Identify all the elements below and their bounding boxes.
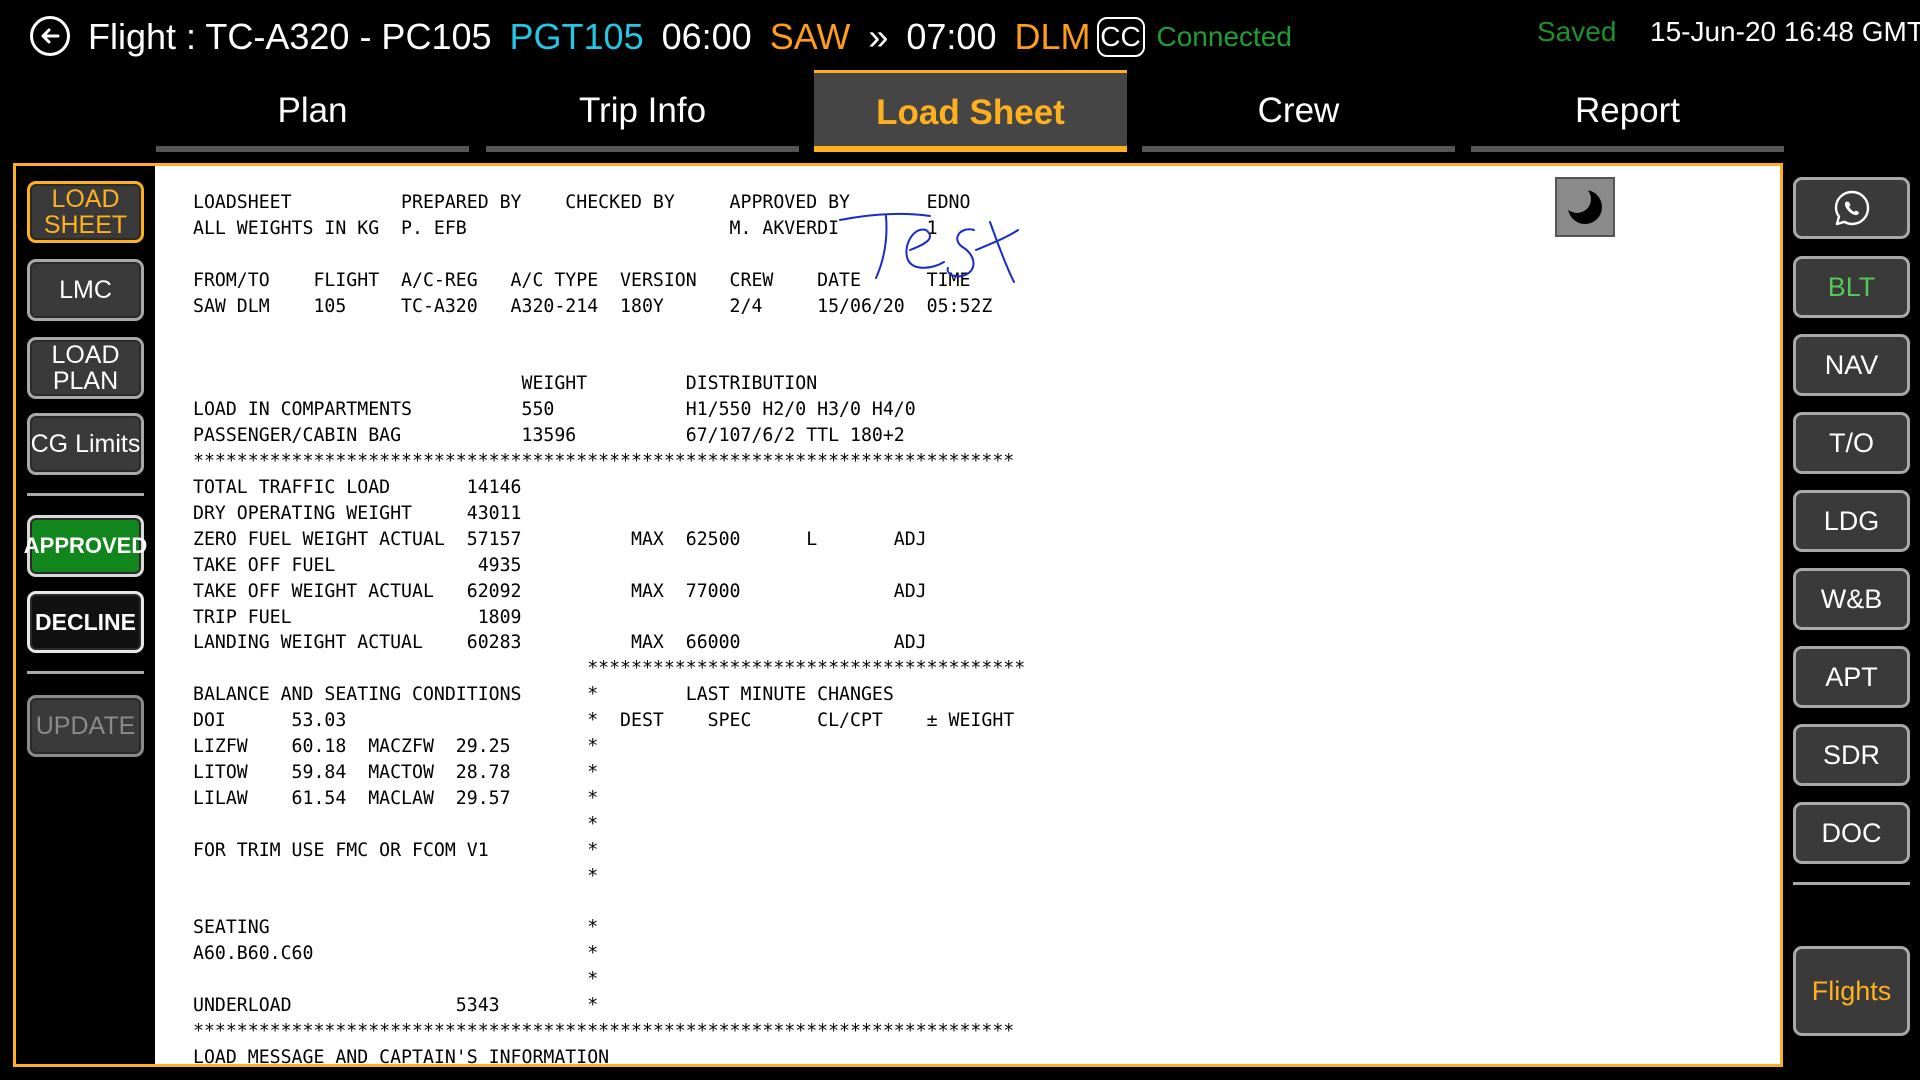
loadsheet-line [193,889,1025,915]
loadsheet-line: SEATING * [193,917,599,939]
departure-time: 06:00 [661,16,752,57]
sidebar-divider [1793,882,1910,885]
landing-button[interactable]: LDG [1793,490,1910,552]
whatsapp-button[interactable] [1793,177,1910,239]
callsign: PGT105 [509,16,644,57]
loadsheet-line: WEIGHT DISTRIBUTION [193,373,818,395]
cg-limits-button[interactable]: CG Limits [27,413,144,475]
loadsheet-line [193,345,1025,371]
loadsheet-line: **************************************** [193,658,1026,680]
loadsheet-line: FOR TRIM USE FMC OR FCOM V1 * [193,839,599,861]
loadsheet-document: LOADSHEET PREPARED BY CHECKED BY APPROVE… [155,166,1780,1064]
loadsheet-line: SAW DLM 105 TC-A320 A320-214 180Y 2/4 15… [193,295,993,317]
tab-trip-info[interactable]: Trip Info [486,70,799,152]
airport-button[interactable]: APT [1793,646,1910,708]
flight-title: Flight : TC-A320 - PC105 PGT105 06:00 SA… [88,12,1292,62]
loadsheet-line: LITOW 59.84 MACTOW 28.78 * [193,761,599,783]
loadsheet-line: LANDING WEIGHT ACTUAL 60283 MAX 66000 AD… [193,632,927,654]
decline-button[interactable]: DECLINE [27,591,144,653]
arrival-airport: DLM [1014,16,1091,57]
handwritten-signature [839,212,1019,283]
back-button[interactable] [30,16,70,56]
loadsheet-line: * [193,969,599,991]
loadsheet-line: LILAW 61.54 MACLAW 29.57 * [193,787,599,809]
loadsheet-line: DRY OPERATING WEIGHT 43011 [193,502,522,524]
nav-button[interactable]: NAV [1793,334,1910,396]
loadsheet-text: LOADSHEET PREPARED BY CHECKED BY APPROVE… [193,190,1025,1064]
moon-icon [1563,185,1602,224]
connection-status: Connected [1156,21,1292,52]
night-mode-button[interactable] [1555,177,1615,237]
loadsheet-line: TRIP FUEL 1809 [193,606,522,628]
weight-balance-button[interactable]: W&B [1793,568,1910,630]
takeoff-button[interactable]: T/O [1793,412,1910,474]
sidebar-divider [27,671,144,674]
flights-button[interactable]: Flights [1793,946,1910,1036]
route-arrow: » [868,16,889,57]
tab-label: Report [1574,91,1681,130]
loadsheet-line: LOAD IN COMPARTMENTS 550 H1/550 H2/0 H3/… [193,399,916,421]
tab-label: Crew [1257,91,1340,130]
tab-load-sheet[interactable]: Load Sheet [814,70,1127,152]
loadsheet-line: LOAD MESSAGE AND CAPTAIN'S INFORMATION [193,1046,610,1064]
loadsheet-line: PASSENGER/CABIN BAG 13596 67/107/6/2 TTL… [193,425,905,447]
whatsapp-icon [1834,190,1869,226]
sidebar-divider [27,493,144,496]
tab-label: Trip Info [578,91,707,130]
current-datetime: 15-Jun-20 16:48 GMT [1650,16,1920,47]
loadsheet-line: A60.B60.C60 * [193,943,599,965]
saved-status: Saved [1537,16,1617,47]
update-button[interactable]: UPDATE [27,695,144,757]
tab-label: Plan [277,91,348,130]
header-bar: Flight : TC-A320 - PC105 PGT105 06:00 SA… [0,0,1920,70]
loadsheet-line: LIZFW 60.18 MACZFW 29.25 * [193,736,599,758]
load-plan-button[interactable]: LOAD PLAN [27,337,144,399]
tab-label: Load Sheet [876,92,1065,132]
arrival-time: 07:00 [906,16,997,57]
tab-plan[interactable]: Plan [156,70,469,152]
lmc-button[interactable]: LMC [27,259,144,321]
loadsheet-line: ZERO FUEL WEIGHT ACTUAL 57157 MAX 62500 … [193,528,927,550]
doc-button[interactable]: DOC [1793,802,1910,864]
loadsheet-line: TAKE OFF WEIGHT ACTUAL 62092 MAX 77000 A… [193,580,927,602]
cc-badge[interactable]: CC [1096,17,1145,57]
loadsheet-line: TAKE OFF FUEL 4935 [193,554,522,576]
loadsheet-line: BALANCE AND SEATING CONDITIONS * LAST MI… [193,684,894,706]
load-sheet-button[interactable]: LOAD SHEET [27,181,144,243]
loadsheet-line: ****************************************… [193,451,1015,473]
sdr-button[interactable]: SDR [1793,724,1910,786]
loadsheet-line: TOTAL TRAFFIC LOAD 14146 [193,476,522,498]
back-arrow-icon [41,28,60,44]
tab-report[interactable]: Report [1471,70,1784,152]
departure-airport: SAW [769,16,851,57]
loadsheet-line: * [193,813,599,835]
left-sidebar: LOAD SHEET LMC LOAD PLAN CG Limits APPRO… [13,163,155,1067]
loadsheet-line [193,320,1025,346]
loadsheet-line: UNDERLOAD 5343 * [193,995,599,1017]
flight-id: Flight : TC-A320 - PC105 [88,16,492,57]
blt-button[interactable]: BLT [1793,256,1910,318]
tab-crew[interactable]: Crew [1142,70,1455,152]
loadsheet-line: ****************************************… [193,1021,1015,1042]
approved-button[interactable]: APPROVED [24,515,147,577]
loadsheet-line: * [193,865,599,887]
loadsheet-line: DOI 53.03 * DEST SPEC CL/CPT ± WEIGHT [193,710,1015,732]
